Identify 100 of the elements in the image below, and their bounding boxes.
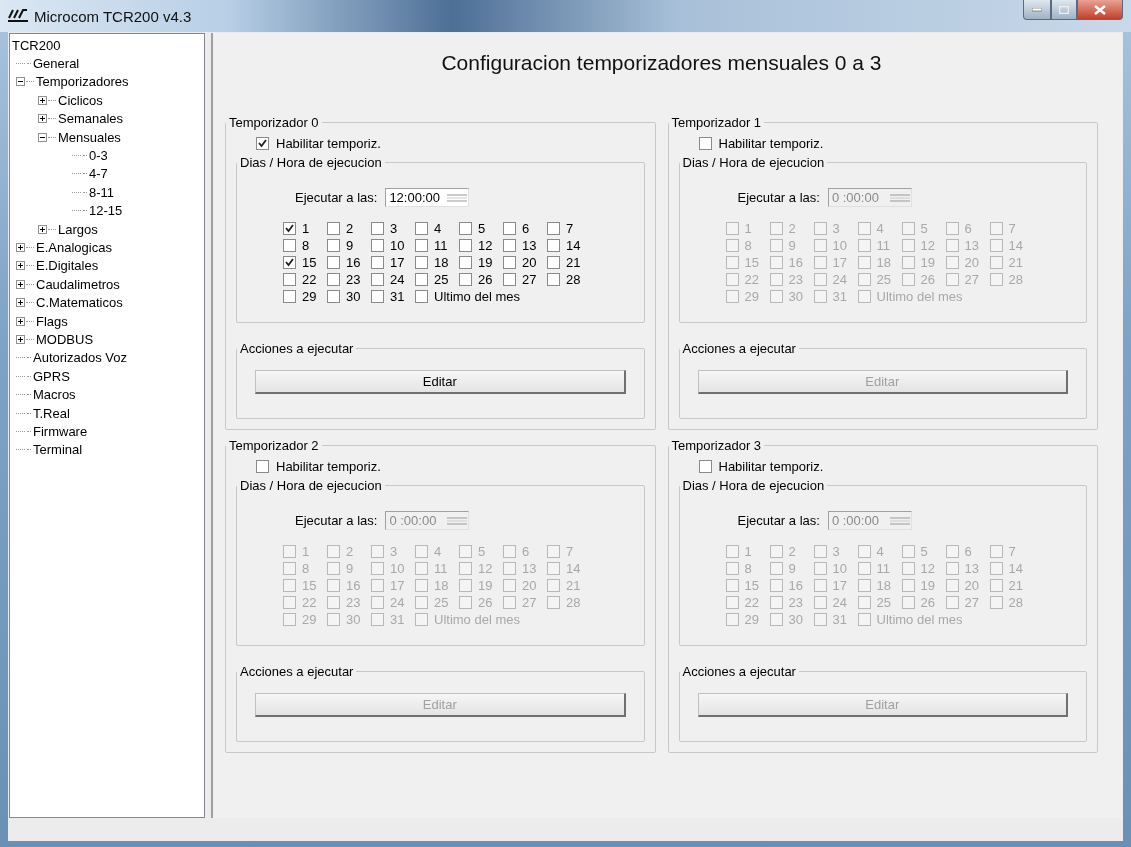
expand-icon[interactable] — [16, 298, 25, 308]
checkbox[interactable] — [415, 290, 428, 303]
tree-item[interactable]: 0-3 — [89, 148, 108, 164]
edit-button[interactable]: Editar — [255, 370, 626, 394]
checkbox[interactable] — [327, 239, 340, 252]
group-title: Temporizador 1 — [670, 115, 763, 130]
tree-item[interactable]: Firmware — [33, 423, 88, 439]
tree-item[interactable]: Mensuales — [58, 129, 121, 145]
expand-icon[interactable] — [16, 261, 25, 271]
day-label: 29 — [302, 289, 317, 304]
tree-item[interactable]: Largos — [58, 221, 98, 237]
expand-icon[interactable] — [38, 114, 47, 124]
tree-item[interactable]: 8-11 — [89, 184, 115, 200]
collapse-icon[interactable] — [16, 77, 25, 87]
tree-item[interactable]: Autorizados Voz — [33, 350, 127, 366]
day-label: 28 — [1008, 272, 1023, 287]
tree-item[interactable]: E.Analogicas — [36, 240, 112, 255]
day-label: 9 — [788, 238, 796, 253]
tree-item[interactable]: T.Real — [33, 405, 70, 421]
group-title: Temporizador 0 — [228, 115, 320, 130]
checkbox[interactable] — [415, 273, 428, 286]
checkbox[interactable] — [503, 256, 516, 269]
expand-icon[interactable] — [16, 279, 25, 289]
checkbox[interactable] — [327, 290, 340, 303]
checkbox[interactable] — [415, 239, 428, 252]
checkbox[interactable] — [371, 256, 384, 269]
field-label: Ejecutar a las: — [295, 190, 378, 205]
checkbox[interactable] — [459, 273, 472, 286]
tree-item[interactable]: General — [33, 56, 80, 72]
expand-icon[interactable] — [38, 95, 47, 105]
day-label: 5 — [478, 544, 486, 559]
checkbox[interactable] — [283, 273, 296, 286]
tree-item[interactable]: Terminal — [33, 442, 83, 458]
checkbox[interactable] — [327, 273, 340, 286]
group-title: Dias / Hora de ejecucion — [681, 155, 826, 170]
day-label: 21 — [1008, 255, 1023, 270]
checkbox[interactable] — [371, 222, 384, 235]
day-label: 28 — [1008, 595, 1023, 610]
maximize-button[interactable] — [1051, 0, 1077, 20]
checkbox[interactable] — [283, 239, 296, 252]
tree-item[interactable]: Ciclicos — [58, 92, 103, 108]
checkbox[interactable] — [459, 222, 472, 235]
day-label: Ultimo del mes — [876, 612, 963, 627]
day-label: 14 — [566, 561, 581, 576]
tree-item[interactable]: Semanales — [58, 111, 124, 127]
checkbox[interactable] — [503, 239, 516, 252]
window-title: Microcom TCR200 v4.3 — [34, 7, 192, 25]
checkbox[interactable] — [283, 222, 296, 235]
expand-icon[interactable] — [38, 224, 47, 234]
expand-icon[interactable] — [16, 334, 25, 344]
tree-item[interactable]: E.Digitales — [36, 258, 99, 274]
tree-item[interactable]: Macros — [33, 387, 76, 403]
checkbox[interactable] — [547, 222, 560, 235]
day-label: 2 — [346, 544, 354, 559]
checkbox[interactable] — [327, 256, 340, 269]
tree-item[interactable]: GPRS — [33, 368, 70, 384]
tree-item[interactable]: Flags — [36, 313, 68, 329]
tree-item[interactable]: Temporizadores — [36, 74, 129, 90]
tree-item[interactable]: TCR200 — [12, 37, 61, 53]
checkbox[interactable] — [547, 239, 560, 252]
tree-item[interactable]: 12-15 — [89, 203, 123, 219]
expand-icon[interactable] — [16, 316, 25, 326]
checkbox[interactable] — [547, 256, 560, 269]
day-label: 30 — [788, 289, 803, 304]
expand-icon[interactable] — [16, 243, 25, 252]
day-label: 17 — [390, 578, 405, 593]
checkbox[interactable] — [371, 239, 384, 252]
day-label: 4 — [876, 544, 884, 559]
checkbox[interactable] — [459, 256, 472, 269]
checkbox[interactable] — [327, 222, 340, 235]
day-label: Ultimo del mes — [434, 612, 520, 627]
close-button[interactable] — [1077, 0, 1123, 20]
checkbox[interactable] — [371, 290, 384, 303]
tree-item[interactable]: MODBUS — [36, 331, 94, 347]
day-label: 21 — [1008, 578, 1023, 593]
collapse-icon[interactable] — [38, 132, 47, 142]
tree-item[interactable]: 4-7 — [89, 166, 108, 182]
checkbox[interactable] — [371, 273, 384, 286]
time-field[interactable]: 12:00:00 — [385, 188, 470, 207]
checkbox[interactable] — [547, 273, 560, 286]
day-label: 22 — [302, 595, 317, 610]
checkbox[interactable] — [283, 290, 296, 303]
day-label: 17 — [390, 255, 405, 270]
tree-item[interactable]: Caudalimetros — [36, 276, 120, 292]
checkbox[interactable] — [415, 256, 428, 269]
checkbox[interactable] — [283, 256, 296, 269]
day-label: 23 — [788, 595, 803, 610]
group-title: Acciones a ejecutar — [681, 341, 797, 356]
checkbox[interactable] — [415, 222, 428, 235]
checkbox[interactable] — [503, 222, 516, 235]
day-label: 18 — [434, 255, 449, 270]
tree-item[interactable]: C.Matematicos — [36, 295, 123, 311]
day-label: 20 — [522, 255, 537, 270]
day-label: 1 — [302, 221, 310, 236]
minimize-button[interactable] — [1023, 0, 1051, 20]
checkbox[interactable] — [256, 137, 269, 150]
checkbox[interactable] — [503, 273, 516, 286]
checkbox[interactable] — [459, 239, 472, 252]
group-title: Dias / Hora de ejecucion — [681, 478, 826, 493]
day-label: 25 — [434, 595, 449, 610]
